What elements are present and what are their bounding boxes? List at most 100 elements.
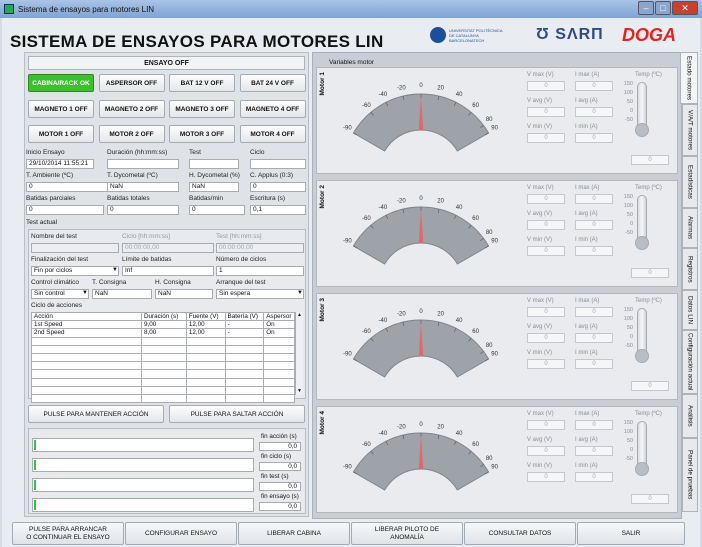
table-cell[interactable]: On [263, 320, 295, 330]
table-cell[interactable]: On [263, 328, 295, 338]
pulse-para-arrancar-button[interactable]: PULSE PARA ARRANCAR O CONTINUAR EL ENSAY… [12, 522, 124, 545]
motor-3-off-button[interactable]: MOTOR 3 OFF [169, 125, 235, 143]
arranque-dropdown-icon[interactable]: ▼ [297, 290, 303, 296]
scroll-down-icon[interactable]: ▼ [296, 388, 303, 394]
table-cell[interactable] [141, 336, 187, 346]
table-cell[interactable] [185, 344, 226, 354]
table-cell[interactable] [224, 385, 265, 395]
table-cell[interactable]: 2nd Speed [31, 328, 142, 338]
table-cell[interactable] [185, 385, 226, 395]
motor-4-off-button[interactable]: MOTOR 4 OFF [239, 125, 306, 143]
table-cell[interactable] [185, 361, 226, 371]
table-cell[interactable] [263, 344, 295, 354]
table-row[interactable] [31, 352, 295, 363]
scroll-up-icon[interactable]: ▲ [296, 312, 303, 318]
tab-panel-de-pruebas[interactable]: Panel de pruebas [682, 438, 698, 512]
salir-button[interactable]: SALIR [577, 522, 685, 545]
table-cell[interactable] [224, 369, 265, 379]
motor-1-off-button[interactable]: MOTOR 1 OFF [28, 125, 94, 143]
table-cell[interactable] [263, 336, 295, 346]
control-dropdown-icon[interactable]: ▼ [82, 290, 88, 296]
fin-test-select[interactable]: Fin por ciclos [31, 266, 119, 276]
tab-configuraci-n-actual[interactable]: Configuración actual [682, 330, 698, 394]
table-cell[interactable] [224, 344, 265, 354]
table-cell[interactable] [263, 377, 295, 387]
table-cell[interactable]: - [224, 320, 265, 330]
numciclos-field[interactable]: 1 [216, 266, 304, 276]
table-row[interactable]: 1st Speed 9,00 12,00- On [31, 320, 295, 330]
table-cell[interactable] [263, 352, 295, 363]
fin-test-dropdown-icon[interactable]: ▼ [112, 267, 118, 273]
tab-v-a-t-motores[interactable]: V/A/T motores [682, 104, 698, 156]
table-cell[interactable] [31, 393, 142, 404]
magneto-2-off-button[interactable]: MAGNETO 2 OFF [98, 100, 165, 118]
table-row[interactable] [31, 361, 295, 371]
liberar-cabina-button[interactable]: LIBERAR CABINA [238, 522, 350, 545]
table-cell[interactable] [224, 393, 265, 404]
configurar-ensayo-button[interactable]: CONFIGURAR ENSAYO [125, 522, 237, 545]
table-cell[interactable] [185, 393, 226, 404]
tab-alarmas[interactable]: Alarmas [682, 208, 698, 248]
minimize-button[interactable]: ‒ [638, 1, 654, 15]
bat-12-v-off-button[interactable]: BAT 12 V OFF [169, 74, 235, 92]
table-cell[interactable] [31, 352, 142, 363]
table-row[interactable] [31, 369, 295, 379]
acciones-table[interactable]: Acción Duración (s) Fuente (V) Batería (V) A… [31, 311, 295, 404]
table-cell[interactable] [141, 352, 187, 363]
pulse-saltar-button[interactable]: PULSE PARA SALTAR ACCIÓN [169, 405, 305, 423]
arranque-select[interactable]: Sin espera [216, 289, 304, 299]
table-cell[interactable] [31, 336, 142, 346]
pulse-mantener-button[interactable]: PULSE PARA MANTENER ACCIÓN [28, 405, 164, 423]
close-button[interactable]: ✕ [672, 1, 698, 15]
control-select[interactable]: Sin control [31, 289, 89, 299]
table-cell[interactable]: - [224, 328, 265, 338]
table-cell[interactable] [141, 369, 187, 379]
table-cell[interactable] [185, 336, 226, 346]
tab-estado-motores[interactable]: Estado motores [680, 52, 698, 104]
table-cell[interactable] [31, 361, 142, 371]
maximize-button[interactable]: □ [655, 1, 671, 15]
table-cell[interactable] [31, 377, 142, 387]
table-row[interactable]: 2nd Speed 8,00 12,00- On [31, 328, 295, 338]
magneto-4-off-button[interactable]: MAGNETO 4 OFF [239, 100, 306, 118]
table-row[interactable] [31, 393, 295, 404]
table-cell[interactable]: 8,00 [141, 328, 187, 338]
table-cell[interactable] [263, 369, 295, 379]
liberar-piloto-de-button[interactable]: LIBERAR PILOTO DE ANOMALÍA [351, 522, 463, 545]
consultar-datos-button[interactable]: CONSULTAR DATOS [464, 522, 576, 545]
escritura-field[interactable]: 0,1 [250, 205, 306, 215]
magneto-1-off-button[interactable]: MAGNETO 1 OFF [28, 100, 94, 118]
table-row[interactable] [31, 336, 295, 346]
limite-field[interactable]: Inf [122, 266, 214, 276]
table-cell[interactable] [141, 344, 187, 354]
motor-2-off-button[interactable]: MOTOR 2 OFF [98, 125, 165, 143]
table-cell[interactable] [224, 377, 265, 387]
table-cell[interactable] [185, 352, 226, 363]
table-cell[interactable] [141, 393, 187, 404]
table-cell[interactable] [224, 336, 265, 346]
table-cell[interactable] [224, 352, 265, 363]
table-cell[interactable] [141, 385, 187, 395]
table-cell[interactable] [31, 344, 142, 354]
tab-estad-sticas[interactable]: Estadísticas [682, 156, 698, 208]
table-cell[interactable] [263, 361, 295, 371]
hcons-field[interactable]: NaN [155, 289, 213, 299]
table-row[interactable] [31, 344, 295, 354]
table-row[interactable] [31, 385, 295, 395]
table-cell[interactable] [31, 369, 142, 379]
table-cell[interactable] [263, 385, 295, 395]
table-cell[interactable]: 1st Speed [31, 320, 142, 330]
tab-an-lisis[interactable]: Análisis [682, 394, 698, 438]
magneto-3-off-button[interactable]: MAGNETO 3 OFF [169, 100, 235, 118]
tab-registros[interactable]: Registros [682, 248, 698, 290]
bat-24-v-off-button[interactable]: BAT 24 V OFF [239, 74, 306, 92]
table-cell[interactable]: 12,00 [185, 328, 226, 338]
tab-datos-lin[interactable]: Datos LIN [682, 290, 698, 330]
cabina-rack-ok-button[interactable]: CABINA/RACK OK [28, 74, 94, 92]
table-cell[interactable]: 9,00 [141, 320, 187, 330]
table-row[interactable] [31, 377, 295, 387]
table-cell[interactable] [224, 361, 265, 371]
table-cell[interactable] [185, 377, 226, 387]
aspersor-off-button[interactable]: ASPERSOR OFF [98, 74, 165, 92]
table-cell[interactable] [141, 361, 187, 371]
